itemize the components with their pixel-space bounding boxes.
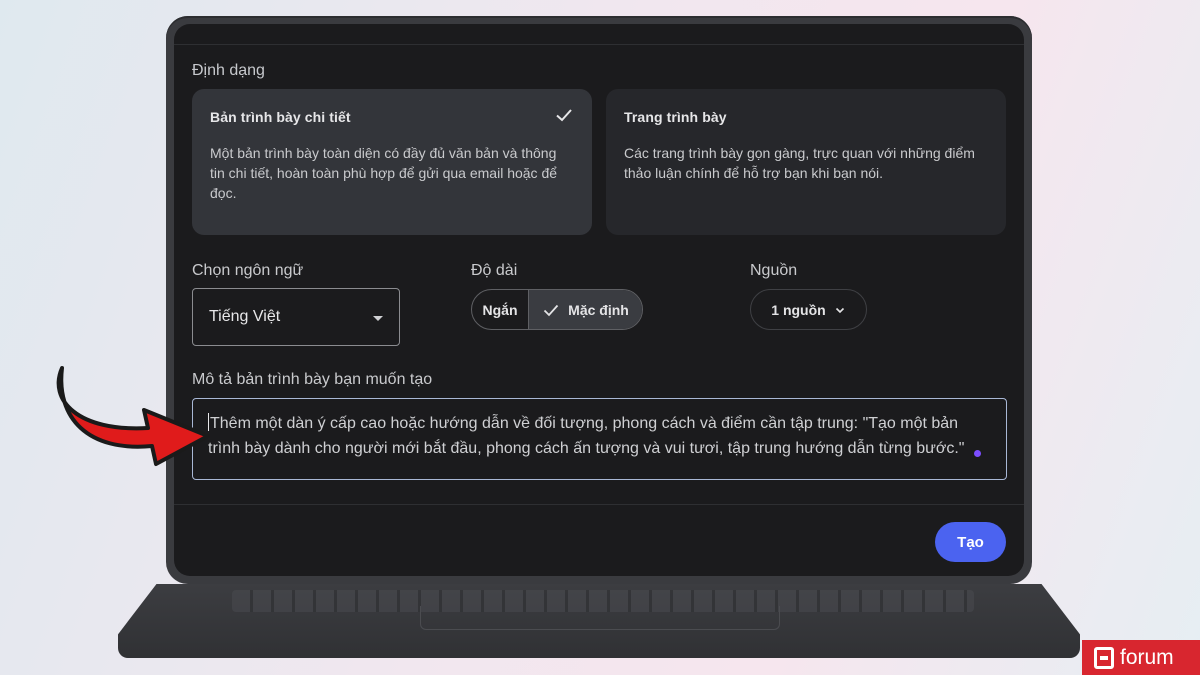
check-icon: [544, 304, 559, 316]
language-select[interactable]: Tiếng Việt: [192, 288, 400, 346]
length-label: Độ dài: [471, 262, 518, 279]
format-card-slides[interactable]: Trang trình bày Các trang trình bày gọn …: [606, 89, 1006, 235]
description-label: Mô tả bản trình bày bạn muốn tạo: [192, 371, 433, 388]
card-description: Các trang trình bày gọn gàng, trực quan …: [624, 145, 975, 181]
red-arrow-icon: [56, 366, 210, 466]
description-placeholder: Thêm một dàn ý cấp cao hoặc hướng dẫn về…: [208, 415, 965, 457]
language-value: Tiếng Việt: [209, 308, 281, 325]
length-option-short[interactable]: Ngắn: [472, 290, 529, 329]
sforum-logo: forum: [1082, 640, 1200, 675]
divider: [174, 504, 1024, 505]
card-title: Bản trình bày chi tiết: [210, 109, 351, 125]
check-icon: [556, 109, 572, 122]
laptop-trackpad: [420, 606, 780, 630]
card-title: Trang trình bày: [624, 109, 727, 125]
chevron-down-icon: [835, 307, 844, 313]
assistant-dot-icon: [974, 450, 981, 457]
sources-dropdown-button[interactable]: 1 nguồn: [750, 289, 867, 330]
dropdown-arrow-icon: [373, 316, 383, 321]
length-segmented-control: Ngắn Mặc định: [471, 289, 643, 330]
sources-label: Nguồn: [750, 262, 798, 279]
language-label: Chọn ngôn ngữ: [192, 262, 304, 279]
divider: [174, 44, 1024, 45]
s-logo-icon: [1094, 646, 1114, 669]
format-card-detailed[interactable]: Bản trình bày chi tiết Một bản trình bày…: [192, 89, 592, 235]
create-button[interactable]: Tạo: [935, 522, 1006, 562]
logo-text: forum: [1120, 645, 1174, 669]
length-option-default[interactable]: Mặc định: [529, 290, 642, 329]
description-textarea[interactable]: Thêm một dàn ý cấp cao hoặc hướng dẫn về…: [192, 398, 1007, 480]
format-section-title: Định dạng: [192, 62, 265, 79]
length-option-default-label: Mặc định: [568, 301, 629, 318]
sources-value: 1 nguồn: [771, 301, 826, 318]
card-description: Một bản trình bày toàn diện có đầy đủ vă…: [210, 145, 558, 201]
laptop-screen: Định dạng Bản trình bày chi tiết Một bản…: [174, 24, 1024, 576]
